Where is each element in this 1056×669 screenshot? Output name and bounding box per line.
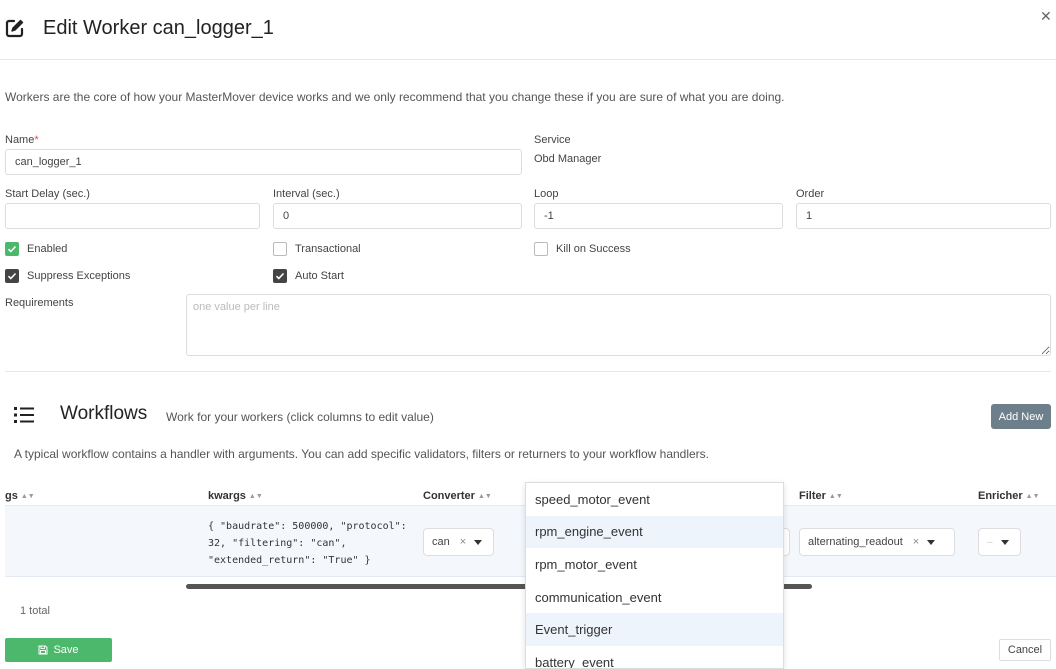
dropdown-option[interactable]: Event_trigger [526, 613, 783, 646]
service-label: Service [534, 134, 571, 146]
name-input[interactable] [5, 149, 522, 175]
close-icon[interactable]: ✕ [1040, 8, 1052, 25]
column-header-enricher[interactable]: Enricher ▲▼ [978, 490, 1040, 502]
cancel-button[interactable]: Cancel [999, 639, 1051, 661]
order-label: Order [796, 188, 825, 200]
sort-icon: ▲▼ [20, 493, 35, 500]
transactional-label: Transactional [295, 243, 361, 255]
save-icon [38, 645, 48, 655]
kill-on-success-checkbox[interactable] [534, 242, 548, 256]
sort-icon: ▲▼ [1025, 493, 1040, 500]
start-delay-label: Start Delay (sec.) [5, 188, 90, 200]
enricher-placeholder-icon: – [987, 536, 993, 548]
save-button[interactable]: Save [5, 638, 112, 662]
dropdown-option[interactable]: rpm_engine_event [526, 515, 783, 549]
add-new-button[interactable]: Add New [991, 404, 1051, 429]
suppress-exceptions-checkbox[interactable] [5, 269, 19, 283]
enricher-select[interactable]: – [978, 528, 1021, 556]
handler-dropdown-menu: speed_motor_event rpm_engine_event rpm_m… [525, 482, 784, 669]
total-count: 1 total [20, 605, 50, 617]
chevron-down-icon [927, 539, 936, 545]
filter-value: alternating_readout [808, 536, 903, 548]
filter-select[interactable]: alternating_readout × [799, 528, 955, 556]
transactional-checkbox[interactable] [273, 242, 287, 256]
workflows-subtitle: Work for your workers (click columns to … [166, 410, 434, 424]
order-input[interactable] [796, 203, 1051, 229]
dropdown-option[interactable]: rpm_motor_event [526, 548, 783, 581]
interval-label: Interval (sec.) [273, 188, 340, 200]
dropdown-option[interactable]: communication_event [526, 581, 783, 614]
suppress-exceptions-label: Suppress Exceptions [27, 270, 131, 282]
requirements-label: Requirements [5, 297, 74, 309]
save-label: Save [53, 644, 79, 656]
chevron-down-icon [474, 539, 483, 545]
column-header-filter[interactable]: Filter ▲▼ [799, 490, 843, 502]
kwargs-cell[interactable]: { "baudrate": 500000, "protocol": 32, "f… [208, 518, 418, 569]
auto-start-label: Auto Start [295, 270, 344, 282]
enabled-checkbox[interactable] [5, 242, 19, 256]
auto-start-checkbox[interactable] [273, 269, 287, 283]
requirements-textarea[interactable] [186, 294, 1051, 356]
converter-select[interactable]: can × [423, 528, 494, 556]
enabled-label: Enabled [27, 243, 68, 255]
name-label: Name* [5, 134, 39, 146]
dropdown-option[interactable]: speed_motor_event [526, 483, 783, 516]
sort-icon: ▲▼ [828, 493, 843, 500]
sort-icon: ▲▼ [477, 493, 492, 500]
list-icon [14, 407, 34, 423]
column-header-kwargs[interactable]: kwargs ▲▼ [208, 490, 263, 502]
loop-input[interactable] [534, 203, 783, 229]
kill-on-success-label: Kill on Success [556, 243, 631, 255]
start-delay-input[interactable] [5, 203, 260, 229]
required-star: * [34, 134, 39, 146]
workflows-description: A typical workflow contains a handler wi… [14, 447, 710, 461]
section-divider [5, 371, 1051, 372]
service-value: Obd Manager [534, 153, 602, 165]
converter-value: can [432, 536, 450, 548]
loop-label: Loop [534, 188, 559, 200]
workflows-title: Workflows [60, 403, 148, 424]
clear-icon[interactable]: × [460, 536, 466, 548]
page-title: Edit Worker can_logger_1 [43, 17, 274, 39]
sort-icon: ▲▼ [248, 493, 263, 500]
dropdown-option[interactable]: battery_event [526, 646, 783, 668]
chevron-down-icon [1000, 539, 1009, 545]
edit-icon [5, 19, 24, 38]
column-header-converter[interactable]: Converter ▲▼ [423, 490, 492, 502]
interval-input[interactable] [273, 203, 522, 229]
intro-text: Workers are the core of how your MasterM… [5, 90, 785, 104]
clear-icon[interactable]: × [913, 536, 919, 548]
column-header-args[interactable]: gs ▲▼ [5, 490, 35, 502]
